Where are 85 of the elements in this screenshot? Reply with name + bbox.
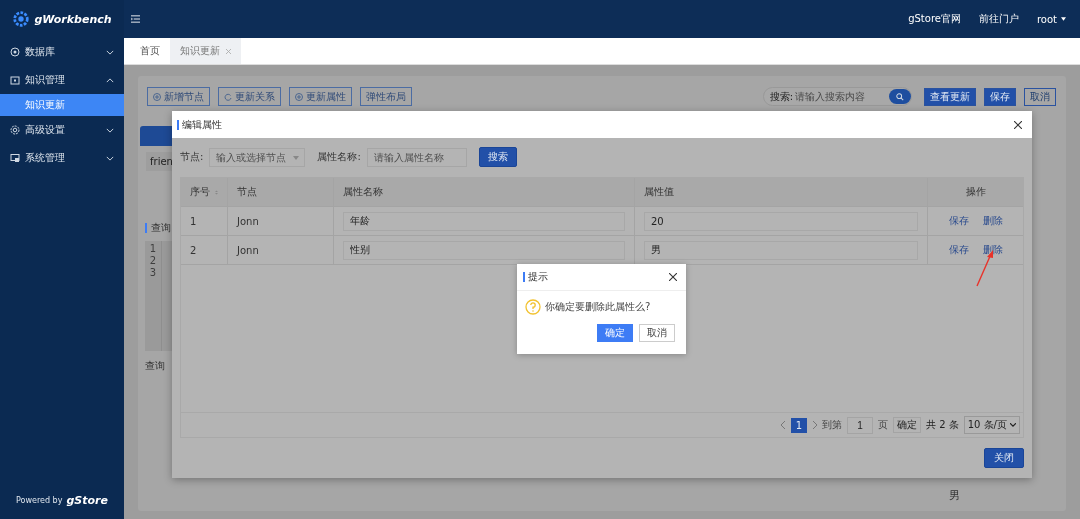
goto-label: 到第 [822,418,842,432]
toolbar-button[interactable]: 弹性布局 [360,87,412,106]
caret-icon [1061,17,1066,21]
search-button[interactable]: 搜索 [478,147,517,167]
section-title: 查询 [151,221,171,235]
chevron-down-icon [106,49,114,55]
dialog-title: 编辑属性 [182,117,222,132]
brand-name: gWorkbench [34,12,112,26]
confirm-button[interactable]: 确定 [597,324,633,342]
column-header: 属性值 [644,185,674,199]
powered-by-text: Powered by [16,496,63,505]
line-number: 2 [149,255,157,266]
action-button[interactable]: 保存 [984,87,1016,106]
page-number[interactable]: 1 [791,417,807,433]
toolbar-button[interactable]: 新增节点 [147,87,210,106]
table-cell: 2 [181,236,228,264]
header-link[interactable]: 前往门户 [978,12,1019,26]
column-header: 序号 [190,185,210,199]
close-icon[interactable] [1014,120,1022,129]
action-button[interactable]: 查看更新 [924,87,976,106]
confirm-message: 你确定要删除此属性么? [545,300,651,314]
sidebar-item[interactable]: 数据库 [0,38,124,66]
node-select[interactable]: 输入或选择节点 [209,147,306,167]
value-input[interactable]: 20 [644,211,918,231]
row-action-link[interactable]: 保存 [948,243,969,257]
value-input[interactable]: 男 [644,240,918,260]
chevron-down-icon [106,155,114,161]
monitor-icon [10,153,20,163]
database-icon [10,47,20,57]
sidebar-item[interactable]: 系统管理 [0,144,124,172]
search-button[interactable] [889,89,911,104]
chevron-down-icon [106,127,114,133]
action-button[interactable]: 取消 [1024,87,1056,106]
name-input[interactable]: 年龄 [343,211,625,231]
search-bar[interactable]: 搜索: 请输入搜索内容 [762,87,912,106]
search-label: 搜索: [769,89,793,104]
filter-label: 属性名称: [317,150,361,164]
page-input[interactable]: 1 [847,416,873,434]
column-header: 操作 [965,185,986,199]
line-number: 3 [149,267,157,278]
user-menu[interactable]: root [1036,13,1066,25]
chevron-up-icon [106,77,114,83]
dialog-title: 提示 [528,270,548,284]
name-field[interactable]: 请输入属性名称 [366,147,467,167]
search-input[interactable]: 请输入搜索内容 [793,91,889,102]
toolbar-button[interactable]: 更新属性 [289,87,352,106]
table-cell: Jonn [228,236,334,264]
sidebar-item[interactable]: 高级设置 [0,116,124,144]
total-count: 共 2 条 [926,418,959,432]
close-button[interactable]: 关闭 [984,448,1024,468]
settings-icon [10,125,20,135]
refresh-icon [224,92,232,101]
result-label: 查询 [145,359,166,373]
plus-icon [153,92,161,101]
name-input[interactable]: 性别 [343,240,625,260]
plus-icon [295,92,303,101]
folder-icon [10,75,20,85]
chevron-down-icon [1010,423,1016,427]
dropdown-icon [293,155,300,160]
logo-text: gStore [66,494,108,507]
table-cell: 1 [181,207,228,235]
menu-icon[interactable] [131,15,140,23]
close-icon[interactable] [669,273,677,281]
column-header: 节点 [237,185,257,199]
page-unit: 页 [878,418,888,432]
row-action-link[interactable]: 删除 [982,214,1003,228]
header-link[interactable]: gStore官网 [908,12,961,26]
page-size-select[interactable]: 10 条/页 [963,416,1020,434]
toolbar-button[interactable]: 更新关系 [218,87,281,106]
line-number: 1 [149,243,157,254]
goto-button[interactable]: 确定 [893,417,921,433]
question-icon [525,299,541,315]
gear-logo-icon [12,10,31,28]
search-icon [896,92,904,101]
value-text: 男 [949,488,960,503]
column-header: 属性名称 [343,185,383,199]
sidebar-subitem[interactable]: 知识更新 [0,94,124,116]
table-cell: Jonn [228,207,334,235]
page-tab[interactable]: 知识更新 [170,38,241,64]
row-action-link[interactable]: 保存 [948,214,969,228]
cancel-button[interactable]: 取消 [639,324,675,342]
filter-label: 节点: [180,150,204,164]
row-action-link[interactable]: 删除 [982,243,1003,257]
sidebar-item[interactable]: 知识管理 [0,66,124,94]
page-tab[interactable]: 首页 [130,38,170,64]
